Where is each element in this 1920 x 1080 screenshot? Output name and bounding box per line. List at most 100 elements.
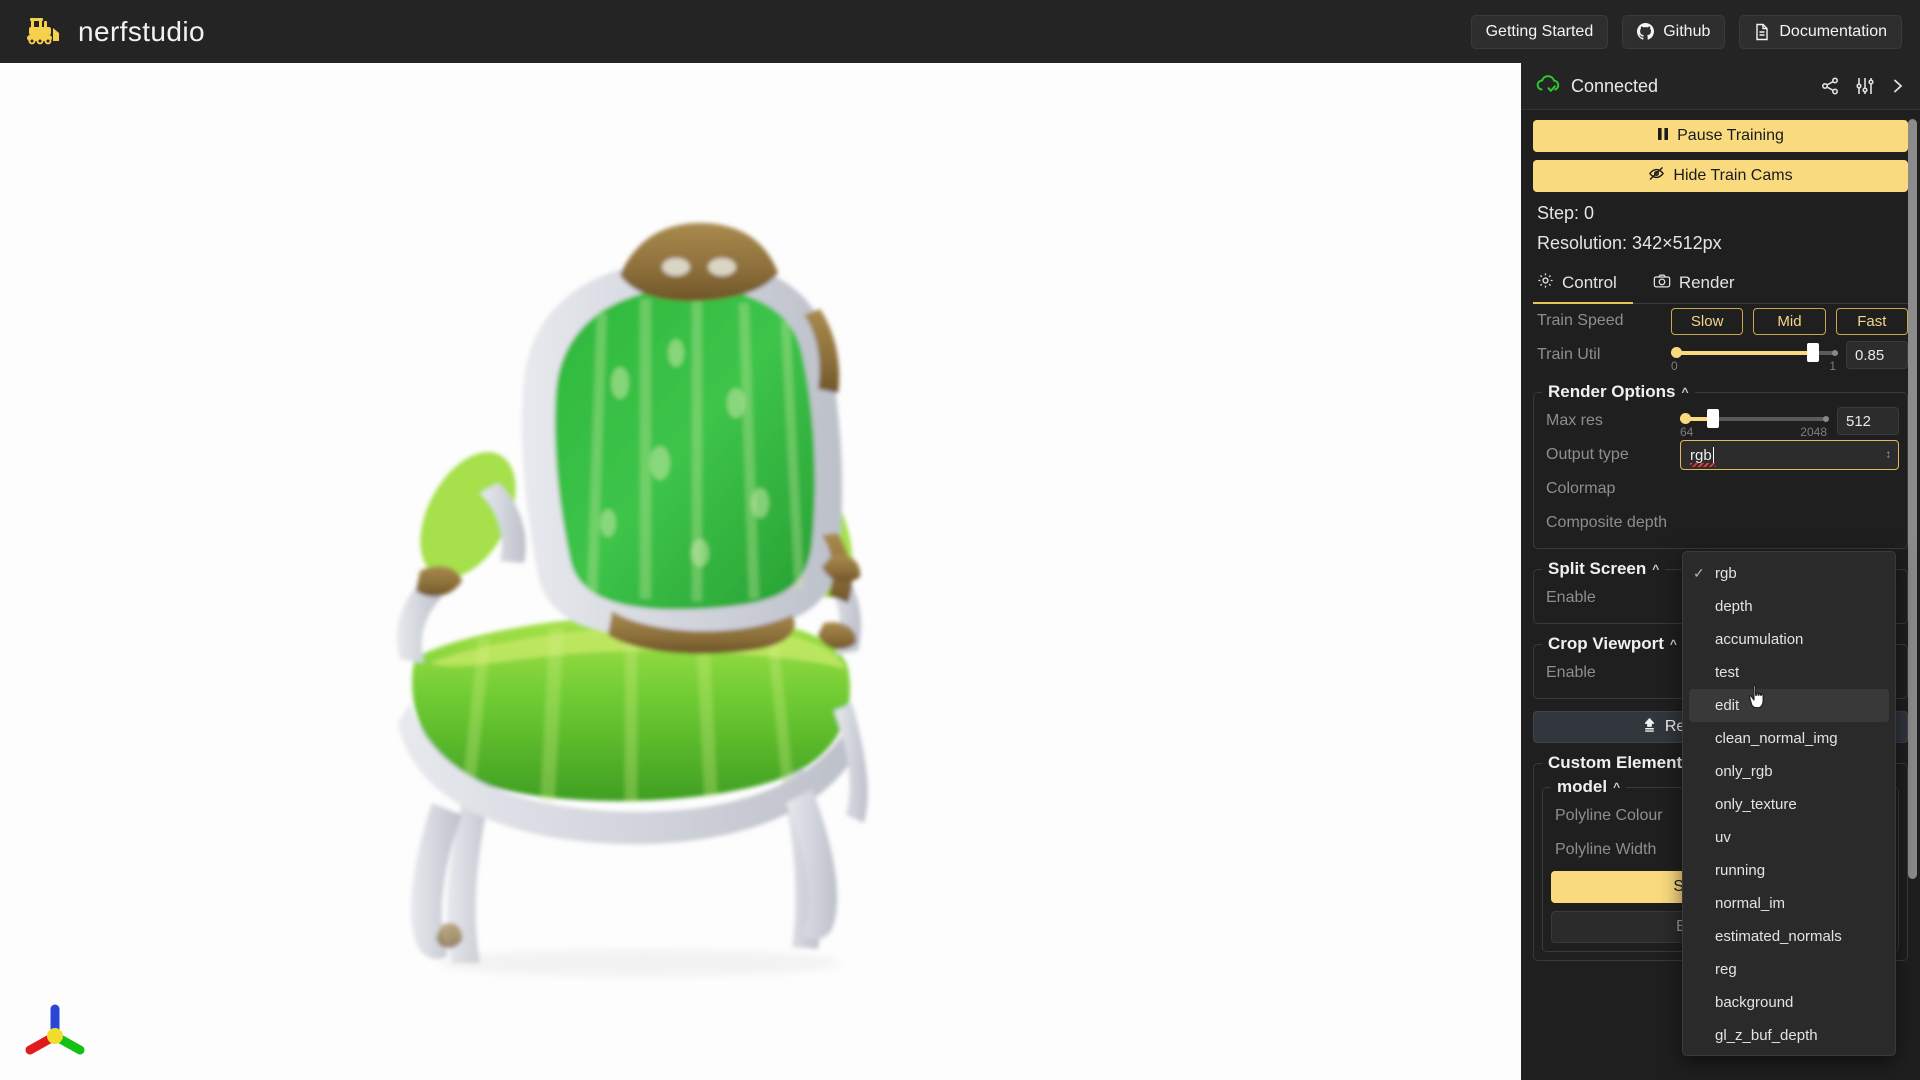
train-util-slider[interactable]: 0 1 [1671, 340, 1838, 374]
mouse-cursor [1749, 684, 1764, 709]
max-res-max-label: 2048 [1800, 425, 1827, 440]
dropdown-option-label: uv [1715, 829, 1731, 846]
dropdown-option-gl-z-buf-depth[interactable]: gl_z_buf_depth [1683, 1019, 1895, 1052]
train-util-label: Train Util [1537, 346, 1601, 364]
output-type-value: rgb [1690, 446, 1712, 464]
output-type-dropdown[interactable]: rgb depth accumulation test edit clean_normal… [1682, 551, 1896, 1056]
dropdown-option-label: only_texture [1715, 796, 1797, 813]
dropdown-option-only-rgb[interactable]: only_rgb [1683, 755, 1895, 788]
custom-elements-title: Custom Elements [1548, 753, 1692, 773]
axis-gizmo[interactable] [18, 996, 92, 1070]
polyline-colour-label: Polyline Colour [1555, 807, 1663, 825]
dropdown-option-label: edit [1715, 697, 1740, 714]
dropdown-option-estimated-normals[interactable]: estimated_normals [1683, 920, 1895, 953]
chevron-right-icon[interactable] [1890, 77, 1906, 95]
render-options-legend[interactable]: Render Options ^ [1542, 382, 1695, 402]
dropdown-option-rgb[interactable]: rgb [1683, 557, 1895, 590]
model-legend[interactable]: model ^ [1551, 777, 1626, 797]
gear-icon [1537, 272, 1554, 294]
dropdown-option-label: test [1715, 664, 1740, 681]
camera-icon [1653, 273, 1671, 294]
pause-icon [1657, 127, 1669, 146]
dropdown-option-label: only_rgb [1715, 763, 1773, 780]
top-bar: nerfstudio Getting Started Github Docume… [0, 0, 1920, 63]
check-icon [1693, 565, 1715, 582]
panel-header: Connected [1521, 63, 1920, 110]
dropdown-option-normal-im[interactable]: normal_im [1683, 887, 1895, 920]
documentation-label: Documentation [1779, 22, 1887, 40]
documentation-button[interactable]: Documentation [1739, 14, 1902, 49]
dropdown-option-label: reg [1715, 961, 1737, 978]
dropdown-option-depth[interactable]: depth [1683, 590, 1895, 623]
slider-start-knob [1671, 347, 1682, 359]
spellcheck-underline [1690, 463, 1716, 468]
dropdown-option-running[interactable]: running [1683, 854, 1895, 887]
train-speed-fast-button[interactable]: Fast [1835, 307, 1908, 335]
dropdown-option-uv[interactable]: uv [1683, 821, 1895, 854]
dropdown-option-label: accumulation [1715, 631, 1804, 648]
crop-viewport-title: Crop Viewport [1548, 634, 1664, 654]
slider-end-knob [1823, 416, 1829, 423]
model-title: model [1557, 777, 1608, 797]
dropdown-option-reg[interactable]: reg [1683, 953, 1895, 986]
getting-started-button[interactable]: Getting Started [1470, 14, 1609, 49]
split-screen-legend[interactable]: Split Screen ^ [1542, 559, 1665, 579]
dropdown-option-background[interactable]: background [1683, 986, 1895, 1019]
hide-train-cams-label: Hide Train Cams [1673, 167, 1793, 184]
train-util-max-label: 1 [1829, 359, 1836, 374]
dropdown-option-label: background [1715, 994, 1794, 1011]
share-icon[interactable] [1820, 76, 1840, 96]
train-speed-slow-button[interactable]: Slow [1671, 307, 1744, 335]
output-type-row: Output type rgb ↕ [1542, 438, 1899, 472]
polyline-width-label: Polyline Width [1555, 841, 1657, 859]
panel-header-icons [1820, 76, 1906, 96]
crop-viewport-legend[interactable]: Crop Viewport ^ [1542, 634, 1683, 654]
hide-train-cams-button[interactable]: Hide Train Cams [1533, 160, 1908, 192]
train-util-value[interactable]: 0.85 [1846, 341, 1908, 370]
max-res-slider-thumb[interactable] [1706, 409, 1719, 429]
dropdown-option-clean-normal-img[interactable]: clean_normal_img [1683, 722, 1895, 755]
max-res-value[interactable]: 512 [1837, 407, 1899, 436]
crop-viewport-enable-label: Enable [1546, 664, 1596, 682]
dropdown-option-accumulation[interactable]: accumulation [1683, 623, 1895, 656]
max-res-row: Max res 64 2048 512 [1542, 404, 1899, 440]
chevron-up-icon[interactable]: ^ [1652, 562, 1659, 576]
tab-control[interactable]: Control [1533, 266, 1633, 305]
slider-fill [1671, 351, 1813, 356]
train-speed-mid-button[interactable]: Mid [1753, 307, 1826, 335]
connection-status: Connected [1535, 74, 1658, 98]
chevron-up-icon[interactable]: ^ [1613, 780, 1620, 794]
composite-depth-label: Composite depth [1546, 514, 1667, 532]
dropdown-option-only-texture[interactable]: only_texture [1683, 788, 1895, 821]
slider-end-knob [1832, 350, 1838, 357]
chevron-up-icon[interactable]: ^ [1682, 385, 1689, 399]
arrow-up-icon [1642, 717, 1657, 738]
train-util-slider-thumb[interactable] [1806, 343, 1819, 363]
max-res-slider[interactable]: 64 2048 [1680, 406, 1829, 440]
output-type-combobox[interactable]: rgb ↕ [1680, 440, 1899, 471]
dropdown-option-label: rgb [1715, 565, 1737, 582]
brand[interactable]: nerfstudio [22, 15, 205, 49]
dropdown-option-label: running [1715, 862, 1766, 879]
chevron-updown-icon[interactable]: ↕ [1886, 449, 1892, 461]
step-counter: Step: 0 [1537, 203, 1595, 223]
text-caret [1712, 447, 1714, 464]
dropdown-option-edit[interactable]: edit [1689, 689, 1889, 722]
tab-render[interactable]: Render [1649, 266, 1751, 304]
pause-training-button[interactable]: Pause Training [1533, 120, 1908, 152]
render-options-group: Render Options ^ Max res 64 2048 512 Out… [1533, 382, 1908, 550]
github-button[interactable]: Github [1622, 14, 1726, 49]
eye-off-icon [1648, 166, 1665, 186]
train-util-min-label: 0 [1671, 359, 1678, 374]
panel-scrollbar[interactable] [1908, 119, 1917, 879]
resolution-text: Resolution: 342×512px [1537, 233, 1722, 254]
chevron-up-icon[interactable]: ^ [1670, 637, 1677, 651]
3d-viewport[interactable] [0, 63, 1521, 1080]
sliders-icon[interactable] [1855, 76, 1875, 96]
brand-wordmark: nerfstudio [78, 15, 205, 47]
render-options-title: Render Options [1548, 382, 1676, 402]
bulldozer-logo-icon [22, 15, 68, 49]
dropdown-option-test[interactable]: test [1683, 656, 1895, 689]
train-speed-segmented: Slow Mid Fast [1671, 307, 1908, 335]
custom-elements-legend[interactable]: Custom Elements [1542, 753, 1698, 773]
